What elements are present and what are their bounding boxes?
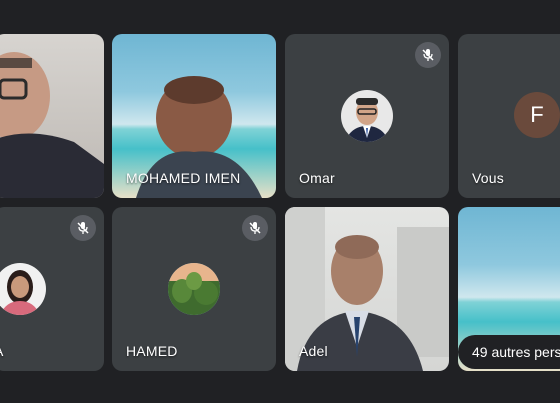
participant-name: A <box>0 343 4 359</box>
participant-name: Vous <box>472 170 504 186</box>
participant-name: Omar <box>299 170 335 186</box>
participant-name: HAMED <box>126 343 178 359</box>
participant-tile-4[interactable]: A <box>0 207 104 371</box>
participant-tile-1[interactable] <box>0 34 104 198</box>
participant-tile-2[interactable]: MOHAMED IMEN <box>112 34 276 198</box>
avatar <box>341 90 393 142</box>
avatar: F <box>514 92 560 138</box>
more-participants-button[interactable]: 49 autres pers <box>458 335 560 369</box>
avatar <box>0 263 46 315</box>
mic-off-icon <box>415 42 441 68</box>
mic-off-icon <box>242 215 268 241</box>
participant-video <box>0 52 104 198</box>
participant-name: MOHAMED IMEN <box>126 170 241 186</box>
participant-tile-6[interactable]: Adel <box>285 207 449 371</box>
mic-off-icon <box>70 215 96 241</box>
participant-tile-3[interactable]: Omar <box>285 34 449 198</box>
participant-tile-5[interactable]: HAMED <box>112 207 276 371</box>
avatar <box>168 263 220 315</box>
participant-name: Adel <box>299 343 328 359</box>
participant-tile-self[interactable]: F Vous <box>458 34 560 198</box>
